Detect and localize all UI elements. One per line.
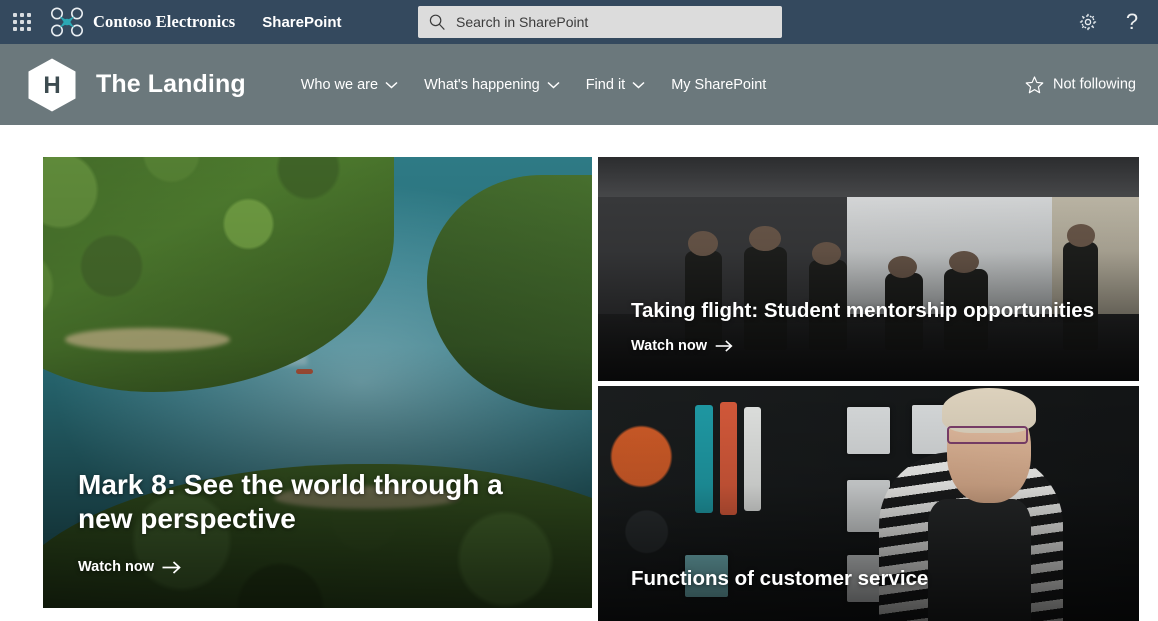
nav-item-whats-happening[interactable]: What's happening [411, 69, 573, 101]
hero-customer-service-text: Functions of customer service [631, 566, 1109, 591]
search-input[interactable] [456, 14, 772, 30]
chevron-down-icon [385, 81, 398, 89]
hero-mentorship-text: Taking flight: Student mentorship opport… [631, 298, 1109, 355]
hero-card-customer-service[interactable]: Functions of customer service [598, 386, 1139, 621]
settings-button[interactable] [1066, 0, 1110, 44]
hero-primary-title: Mark 8: See the world through a new pers… [78, 468, 503, 535]
svg-text:H: H [43, 72, 60, 99]
suite-app-name[interactable]: SharePoint [262, 14, 341, 31]
nav-item-my-sharepoint[interactable]: My SharePoint [658, 69, 779, 101]
hero-card-primary[interactable]: Mark 8: See the world through a new pers… [43, 157, 592, 608]
help-button[interactable]: ? [1110, 0, 1154, 44]
site-navigation: Who we are What's happening Find it My S… [288, 69, 780, 101]
chevron-down-icon [547, 81, 560, 89]
site-logo-icon: H [28, 58, 76, 111]
nav-item-find-it[interactable]: Find it [573, 69, 659, 101]
hero-primary-text: Mark 8: See the world through a new pers… [78, 468, 562, 576]
follow-button[interactable]: Not following [1017, 68, 1144, 101]
hero-card-mentorship[interactable]: Taking flight: Student mentorship opport… [598, 157, 1139, 381]
search-icon [429, 14, 445, 30]
gear-icon [1079, 13, 1097, 31]
hero-mentorship-cta-label: Watch now [631, 338, 707, 354]
arrow-right-icon [162, 560, 181, 574]
suite-actions: ? [1066, 0, 1154, 44]
hero-primary-cta-label: Watch now [78, 559, 154, 575]
hero-web-part: Mark 8: See the world through a new pers… [43, 157, 1139, 621]
hero-primary-cta[interactable]: Watch now [78, 559, 181, 575]
follow-button-label: Not following [1052, 76, 1136, 93]
site-header: H The Landing Who we are What's happenin… [0, 44, 1158, 125]
tenant-name: Contoso Electronics [93, 12, 236, 31]
nav-item-label: What's happening [424, 76, 540, 93]
nav-item-label: My SharePoint [671, 76, 767, 93]
hero-mentorship-title: Taking flight: Student mentorship opport… [631, 298, 1095, 322]
chevron-down-icon [632, 81, 645, 89]
hero-secondary-column: Taking flight: Student mentorship opport… [598, 157, 1139, 621]
site-title[interactable]: The Landing [96, 70, 246, 99]
search-box[interactable] [418, 6, 782, 38]
hero-mentorship-cta[interactable]: Watch now [631, 338, 733, 354]
nav-item-label: Find it [585, 76, 626, 93]
app-launcher-icon [13, 13, 31, 31]
nav-item-who-we-are[interactable]: Who we are [288, 69, 411, 101]
star-outline-icon [1025, 75, 1044, 93]
suite-bar: Contoso Electronics SharePoint ? [0, 0, 1158, 44]
tenant-brand[interactable]: Contoso Electronics [50, 6, 235, 38]
nav-item-label: Who we are [300, 76, 379, 93]
app-launcher-button[interactable] [0, 0, 44, 44]
arrow-right-icon [715, 340, 733, 352]
help-icon: ? [1125, 9, 1139, 34]
hero-customer-service-title: Functions of customer service [631, 566, 929, 590]
contoso-drone-logo-icon [51, 7, 83, 37]
